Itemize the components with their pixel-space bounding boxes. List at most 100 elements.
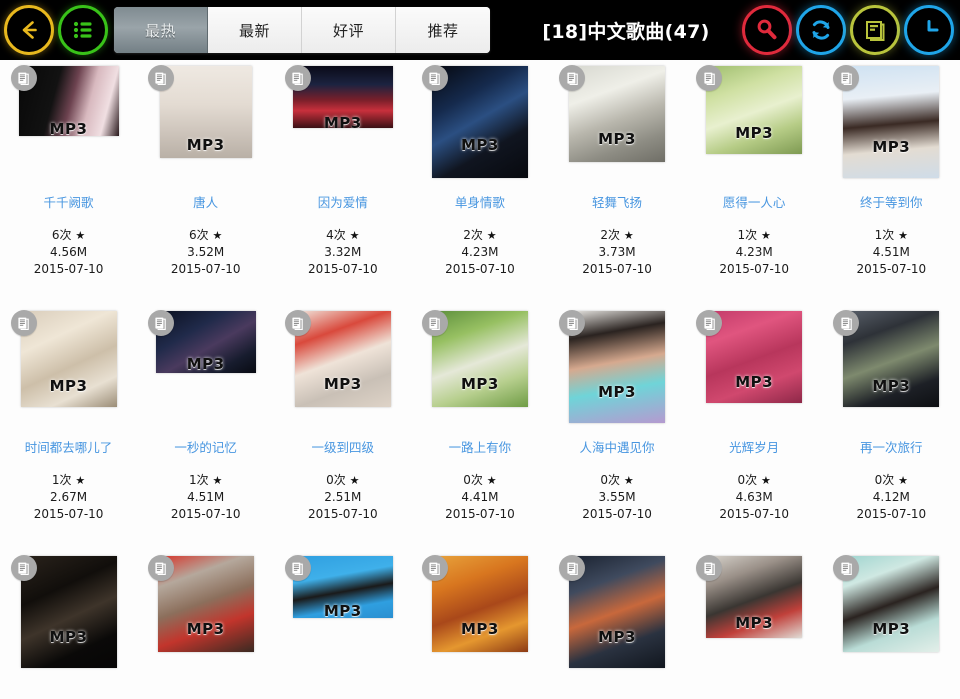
file-type-badge[interactable] bbox=[696, 555, 723, 581]
play-count: 4次 ★ bbox=[326, 228, 360, 242]
song-cell[interactable]: MP3 bbox=[411, 550, 548, 699]
tab-recommended[interactable]: 推荐 bbox=[396, 7, 490, 53]
thumbnail-wrap[interactable]: MP3 bbox=[833, 65, 946, 178]
song-cell[interactable]: MP3 唐人 6次 ★ 3.52M 2015-07-10 bbox=[137, 60, 274, 305]
song-title[interactable]: 终于等到你 bbox=[860, 192, 923, 211]
song-cell[interactable]: MP3 bbox=[274, 550, 411, 699]
song-cell[interactable]: MP3 bbox=[823, 550, 960, 699]
file-size: 4.41M bbox=[461, 490, 499, 504]
thumbnail-wrap[interactable]: MP3 bbox=[10, 555, 124, 668]
sort-tabs[interactable]: 最热 最新 好评 推荐 bbox=[114, 7, 490, 53]
song-cell[interactable]: MP3 千千阙歌 6次 ★ 4.56M 2015-07-10 bbox=[0, 60, 137, 305]
song-cell[interactable]: MP3 单身情歌 2次 ★ 4.23M 2015-07-10 bbox=[411, 60, 548, 305]
song-title[interactable]: 因为爱情 bbox=[318, 192, 368, 211]
song-cell[interactable]: MP3 bbox=[549, 550, 686, 699]
thumbnail-wrap[interactable]: MP3 bbox=[696, 65, 809, 178]
thumbnail-wrap[interactable]: MP3 bbox=[284, 65, 398, 178]
thumbnail-wrap[interactable]: MP3 bbox=[10, 65, 124, 178]
thumbnail-wrap[interactable]: MP3 bbox=[421, 555, 535, 668]
thumbnail-wrap[interactable]: MP3 bbox=[696, 555, 809, 668]
thumbnail-wrap[interactable]: MP3 bbox=[559, 65, 672, 178]
file-type-badge[interactable] bbox=[284, 310, 311, 336]
menu-button[interactable] bbox=[58, 5, 108, 55]
song-title[interactable]: 千千阙歌 bbox=[44, 192, 94, 211]
song-title[interactable]: 光辉岁月 bbox=[729, 437, 779, 456]
thumbnail-wrap[interactable]: MP3 bbox=[559, 310, 672, 423]
song-title[interactable]: 愿得一人心 bbox=[723, 192, 786, 211]
file-type-badge[interactable] bbox=[421, 555, 448, 581]
tab-best-rated[interactable]: 好评 bbox=[302, 7, 396, 53]
song-grid: MP3 千千阙歌 6次 ★ 4.56M 2015-07-10 MP3 唐人 6次 ★ 3.52M… bbox=[0, 60, 960, 699]
file-type-badge[interactable] bbox=[10, 310, 37, 336]
play-count: 0次 ★ bbox=[874, 473, 908, 487]
song-cell[interactable]: MP3 bbox=[137, 550, 274, 699]
song-cell[interactable]: MP3 一级到四级 0次 ★ 2.51M 2015-07-10 bbox=[274, 305, 411, 550]
file-type-badge[interactable] bbox=[147, 310, 174, 336]
song-title[interactable]: 单身情歌 bbox=[455, 192, 505, 211]
file-type-badge[interactable] bbox=[421, 310, 448, 336]
play-count: 0次 ★ bbox=[463, 473, 497, 487]
file-type-badge[interactable] bbox=[696, 310, 723, 336]
thumbnail-wrap[interactable]: MP3 bbox=[147, 310, 261, 423]
song-title[interactable]: 一路上有你 bbox=[449, 437, 512, 456]
song-cell[interactable]: MP3 因为爱情 4次 ★ 3.32M 2015-07-10 bbox=[274, 60, 411, 305]
file-type-badge[interactable] bbox=[147, 555, 174, 581]
library-button[interactable] bbox=[850, 5, 900, 55]
upload-date: 2015-07-10 bbox=[582, 507, 652, 521]
song-cell[interactable]: MP3 时间都去哪儿了 1次 ★ 2.67M 2015-07-10 bbox=[0, 305, 137, 550]
upload-date: 2015-07-10 bbox=[307, 507, 378, 521]
file-type-badge[interactable] bbox=[284, 555, 311, 581]
history-button[interactable] bbox=[904, 5, 954, 55]
thumbnail-wrap[interactable]: MP3 bbox=[421, 310, 535, 423]
file-size: 4.63M bbox=[735, 490, 773, 504]
file-size: 4.12M bbox=[872, 490, 910, 504]
play-count: 0次 ★ bbox=[737, 473, 771, 487]
song-cell[interactable]: MP3 bbox=[0, 550, 137, 699]
file-type-badge[interactable] bbox=[10, 65, 37, 91]
song-title[interactable]: 人海中遇见你 bbox=[580, 437, 655, 456]
thumbnail-wrap[interactable]: MP3 bbox=[147, 65, 261, 178]
search-button[interactable] bbox=[742, 5, 792, 55]
refresh-button[interactable] bbox=[796, 5, 846, 55]
song-title[interactable]: 轻舞飞扬 bbox=[592, 192, 642, 211]
thumbnail-wrap[interactable]: MP3 bbox=[559, 555, 672, 668]
song-cell[interactable]: MP3 一路上有你 0次 ★ 4.41M 2015-07-10 bbox=[411, 305, 548, 550]
song-cell[interactable]: MP3 光辉岁月 0次 ★ 4.63M 2015-07-10 bbox=[686, 305, 823, 550]
song-cell[interactable]: MP3 人海中遇见你 0次 ★ 3.55M 2015-07-10 bbox=[549, 305, 686, 550]
thumbnail-wrap[interactable]: MP3 bbox=[696, 310, 809, 423]
play-count: 1次 ★ bbox=[874, 228, 908, 242]
star-icon: ★ bbox=[212, 474, 223, 487]
file-type-badge[interactable] bbox=[147, 65, 174, 91]
song-cell[interactable]: MP3 一秒的记忆 1次 ★ 4.51M 2015-07-10 bbox=[137, 305, 274, 550]
thumbnail-wrap[interactable]: MP3 bbox=[284, 310, 398, 423]
thumbnail-wrap[interactable]: MP3 bbox=[833, 310, 946, 423]
song-cell[interactable]: MP3 终于等到你 1次 ★ 4.51M 2015-07-10 bbox=[823, 60, 960, 305]
upload-date: 2015-07-10 bbox=[170, 507, 241, 521]
thumbnail-wrap[interactable]: MP3 bbox=[833, 555, 946, 668]
file-type-badge[interactable] bbox=[421, 65, 448, 91]
thumbnail-wrap[interactable]: MP3 bbox=[10, 310, 124, 423]
file-type-badge[interactable] bbox=[559, 65, 586, 91]
star-icon: ★ bbox=[760, 474, 771, 487]
back-button[interactable] bbox=[4, 5, 54, 55]
thumbnail-wrap[interactable]: MP3 bbox=[421, 65, 535, 178]
song-title[interactable]: 一级到四级 bbox=[312, 437, 375, 456]
song-cell[interactable]: MP3 再一次旅行 0次 ★ 4.12M 2015-07-10 bbox=[823, 305, 960, 550]
file-type-badge[interactable] bbox=[559, 555, 586, 581]
tab-hottest[interactable]: 最热 bbox=[114, 7, 208, 53]
thumbnail-wrap[interactable]: MP3 bbox=[284, 555, 398, 668]
song-title[interactable]: 一秒的记忆 bbox=[174, 437, 237, 456]
song-title[interactable]: 时间都去哪儿了 bbox=[25, 437, 113, 456]
file-type-badge[interactable] bbox=[696, 65, 723, 91]
thumbnail-wrap[interactable]: MP3 bbox=[147, 555, 261, 668]
song-cell[interactable]: MP3 bbox=[686, 550, 823, 699]
file-type-badge[interactable] bbox=[559, 310, 586, 336]
tab-newest[interactable]: 最新 bbox=[208, 7, 302, 53]
song-meta: 4次 ★ 3.32M 2015-07-10 bbox=[308, 227, 378, 278]
song-cell[interactable]: MP3 轻舞飞扬 2次 ★ 3.73M 2015-07-10 bbox=[549, 60, 686, 305]
song-title[interactable]: 唐人 bbox=[193, 192, 218, 211]
song-cell[interactable]: MP3 愿得一人心 1次 ★ 4.23M 2015-07-10 bbox=[686, 60, 823, 305]
song-title[interactable]: 再一次旅行 bbox=[860, 437, 923, 456]
file-type-badge[interactable] bbox=[284, 65, 311, 91]
file-type-badge[interactable] bbox=[10, 555, 37, 581]
